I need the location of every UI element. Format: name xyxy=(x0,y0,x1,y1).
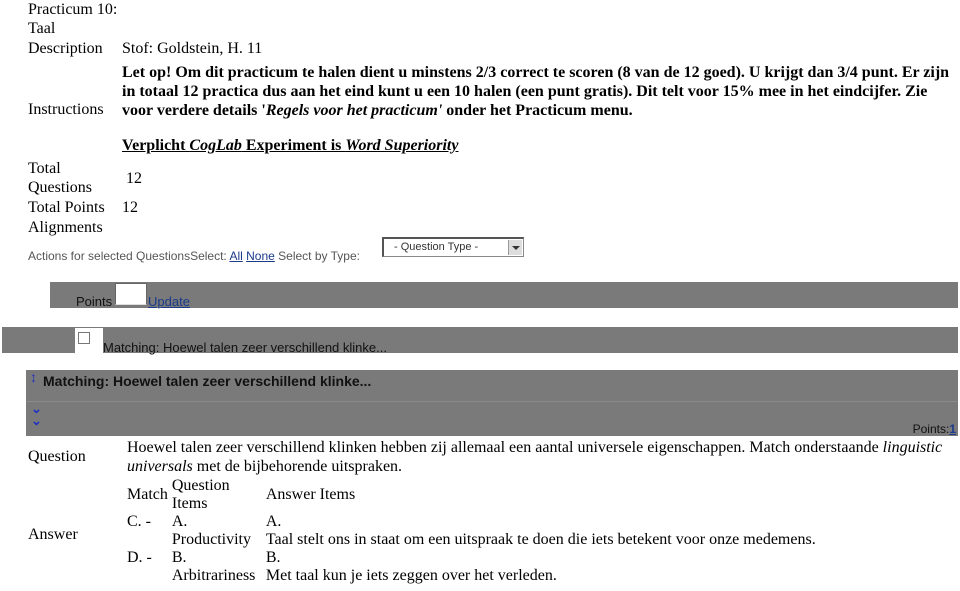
item-text: Met taal kun je iets zeggen over het ver… xyxy=(265,567,557,584)
points-label: Points: xyxy=(912,422,950,436)
question-item: B. Arbitrariness xyxy=(170,549,264,585)
actions-bar: Actions for selected QuestionsSelect: Al… xyxy=(28,249,360,263)
question-row-title: Matching: Hoewel talen zeer verschillend… xyxy=(103,340,387,355)
instructions-label: Instructions xyxy=(28,101,104,118)
question-text-part: Hoewel talen zeer verschillend klinken h… xyxy=(127,439,883,456)
question-text-part: met de bijbehorende uitspraken. xyxy=(192,458,403,475)
points-label: Points xyxy=(76,294,113,309)
question-type-select[interactable]: - Question Type - xyxy=(382,237,524,257)
expand-icon[interactable]: ⌄ ⌄ xyxy=(31,402,42,427)
alignments-label: Alignments xyxy=(28,219,103,236)
item-letter: B. xyxy=(265,549,281,566)
instructions-italic: Regels voor het practicum' xyxy=(265,102,443,119)
matching-table: Match Question Items Answer Items C. - A… xyxy=(125,477,818,585)
select-none-link[interactable]: None xyxy=(246,249,275,263)
total-questions-value: 12 xyxy=(126,170,142,187)
question-text: Hoewel talen zeer verschillend klinken h… xyxy=(127,438,947,476)
table-row: D. - B. Arbitrariness B. Met taal kun je i… xyxy=(125,549,818,585)
question-select-checkbox[interactable] xyxy=(78,332,90,344)
total-points-label: Total Points xyxy=(28,199,105,216)
coglab-notice: Verplicht CogLab Experiment is Word Supe… xyxy=(122,136,458,155)
chevron-down-icon xyxy=(508,240,522,255)
header-answer-items: Answer Items xyxy=(265,486,356,503)
instructions-text: Let op! Om dit practicum te halen dient … xyxy=(122,63,952,120)
description-value: Stof: Goldstein, H. 11 xyxy=(122,40,263,57)
item-letter: A. xyxy=(171,513,188,530)
answer-item: A. Taal stelt ons in staat om een uitspra… xyxy=(264,513,818,549)
coglab-text: Verplicht xyxy=(122,137,190,154)
coglab-text: Word Superiority xyxy=(345,137,459,154)
select-all-link[interactable]: All xyxy=(229,249,242,263)
question-points: Points:1 xyxy=(913,422,956,436)
instructions-part: onder het Practicum menu. xyxy=(442,102,633,119)
coglab-text: CogLab xyxy=(189,137,242,154)
answer-label: Answer xyxy=(28,526,78,543)
move-handle-icon[interactable]: ↕ xyxy=(30,369,37,385)
header-match: Match xyxy=(127,486,168,503)
item-letter: A. xyxy=(265,513,282,530)
question-type-value: - Question Type - xyxy=(394,241,479,253)
total-questions-label: Total Questions xyxy=(28,160,92,196)
divider xyxy=(26,401,958,402)
item-text: Taal stelt ons in staat om een uitspraak… xyxy=(265,531,816,548)
header-question-items: Question Items xyxy=(171,477,230,512)
points-input[interactable] xyxy=(115,283,147,305)
question-header-title: Matching: Hoewel talen zeer verschillend… xyxy=(43,373,372,389)
item-letter: B. xyxy=(171,549,187,566)
match-value: C. - xyxy=(127,513,151,530)
question-item: A. Productivity xyxy=(170,513,264,549)
item-text: Arbitrariness xyxy=(171,567,256,584)
select-by-type-label: Select by Type: xyxy=(274,249,360,263)
total-points-value: 12 xyxy=(122,199,138,216)
item-text: Productivity xyxy=(171,531,251,548)
question-label: Question xyxy=(28,448,86,465)
page-title: Practicum 10: Taal xyxy=(28,1,118,37)
coglab-text: Experiment is xyxy=(241,137,346,154)
table-row: C. - A. Productivity A. Taal stelt ons in … xyxy=(125,513,818,549)
actions-label: Actions for selected QuestionsSelect: xyxy=(28,249,230,263)
table-header-row: Match Question Items Answer Items xyxy=(125,477,818,513)
answer-item: B. Met taal kun je iets zeggen over het v… xyxy=(264,549,818,585)
points-value-link[interactable]: 1 xyxy=(949,422,956,436)
description-label: Description xyxy=(28,40,103,57)
match-value: D. - xyxy=(127,549,152,566)
update-link[interactable]: Update xyxy=(148,294,190,309)
